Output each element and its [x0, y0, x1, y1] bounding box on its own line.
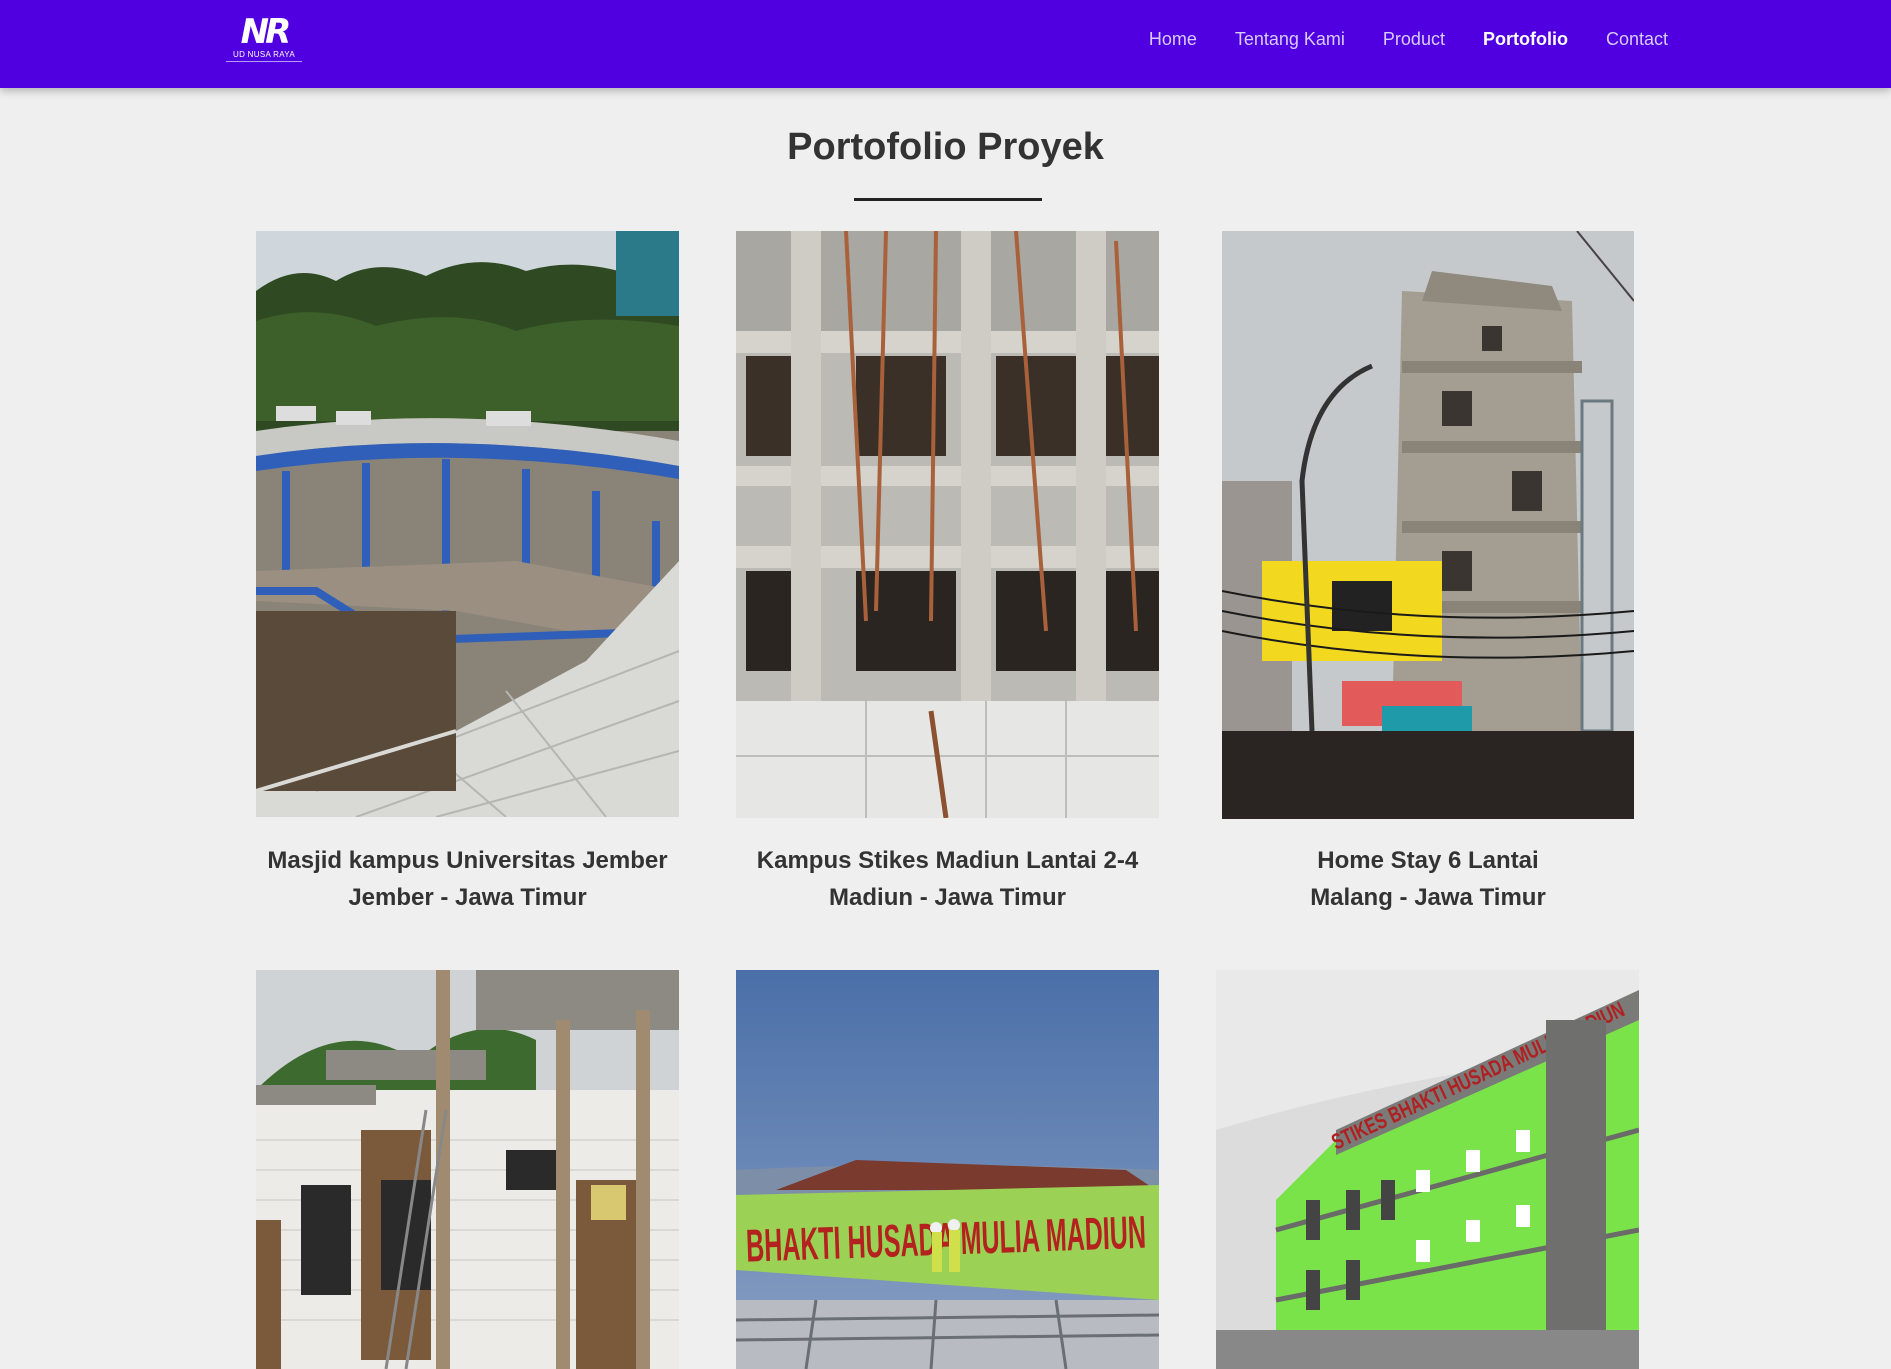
nav-tentang-kami[interactable]: Tentang Kami: [1235, 26, 1345, 52]
project-caption-1: Masjid kampus Universitas Jember Jember …: [256, 847, 679, 912]
project-location: Malang - Jawa Timur: [1310, 884, 1546, 911]
nav-product[interactable]: Product: [1383, 26, 1445, 52]
project-caption-2: Kampus Stikes Madiun Lantai 2-4 Madiun -…: [736, 847, 1159, 912]
project-caption-3: Home Stay 6 Lantai Malang - Jawa Timur: [1222, 847, 1634, 912]
company-logo[interactable]: NR UD NUSA RAYA: [226, 14, 302, 66]
page-title: Portofolio Proyek: [787, 126, 1104, 168]
nav-portofolio[interactable]: Portofolio: [1483, 26, 1568, 52]
project-image-mosque[interactable]: [256, 231, 679, 817]
project-name: Kampus Stikes Madiun Lantai 2-4: [756, 847, 1139, 874]
project-image-homestay[interactable]: [1222, 231, 1634, 819]
logo-text: UD NUSA RAYA: [226, 50, 302, 62]
project-image-green-building[interactable]: STIKES BHAKTI HUSADA MULIA MADIUN: [1216, 970, 1639, 1369]
project-image-campus[interactable]: [736, 231, 1159, 818]
project-name: Home Stay 6 Lantai: [1317, 847, 1539, 874]
project-image-madiun-rooftop[interactable]: BHAKTI HUSADA MULIA MADIUN: [736, 970, 1159, 1369]
nav-contact[interactable]: Contact: [1606, 26, 1668, 52]
top-navbar: NR UD NUSA RAYA Home Tentang Kami Produc…: [0, 0, 1891, 88]
nav-home[interactable]: Home: [1149, 26, 1197, 52]
project-name: Masjid kampus Universitas Jember: [267, 847, 668, 874]
project-image-brick-building[interactable]: [256, 970, 679, 1369]
nav-menu: Home Tentang Kami Product Portofolio Con…: [1111, 26, 1668, 52]
project-location: Madiun - Jawa Timur: [829, 884, 1066, 911]
project-location: Jember - Jawa Timur: [348, 884, 587, 911]
logo-mark: NR: [240, 12, 292, 52]
title-divider: [854, 198, 1042, 201]
